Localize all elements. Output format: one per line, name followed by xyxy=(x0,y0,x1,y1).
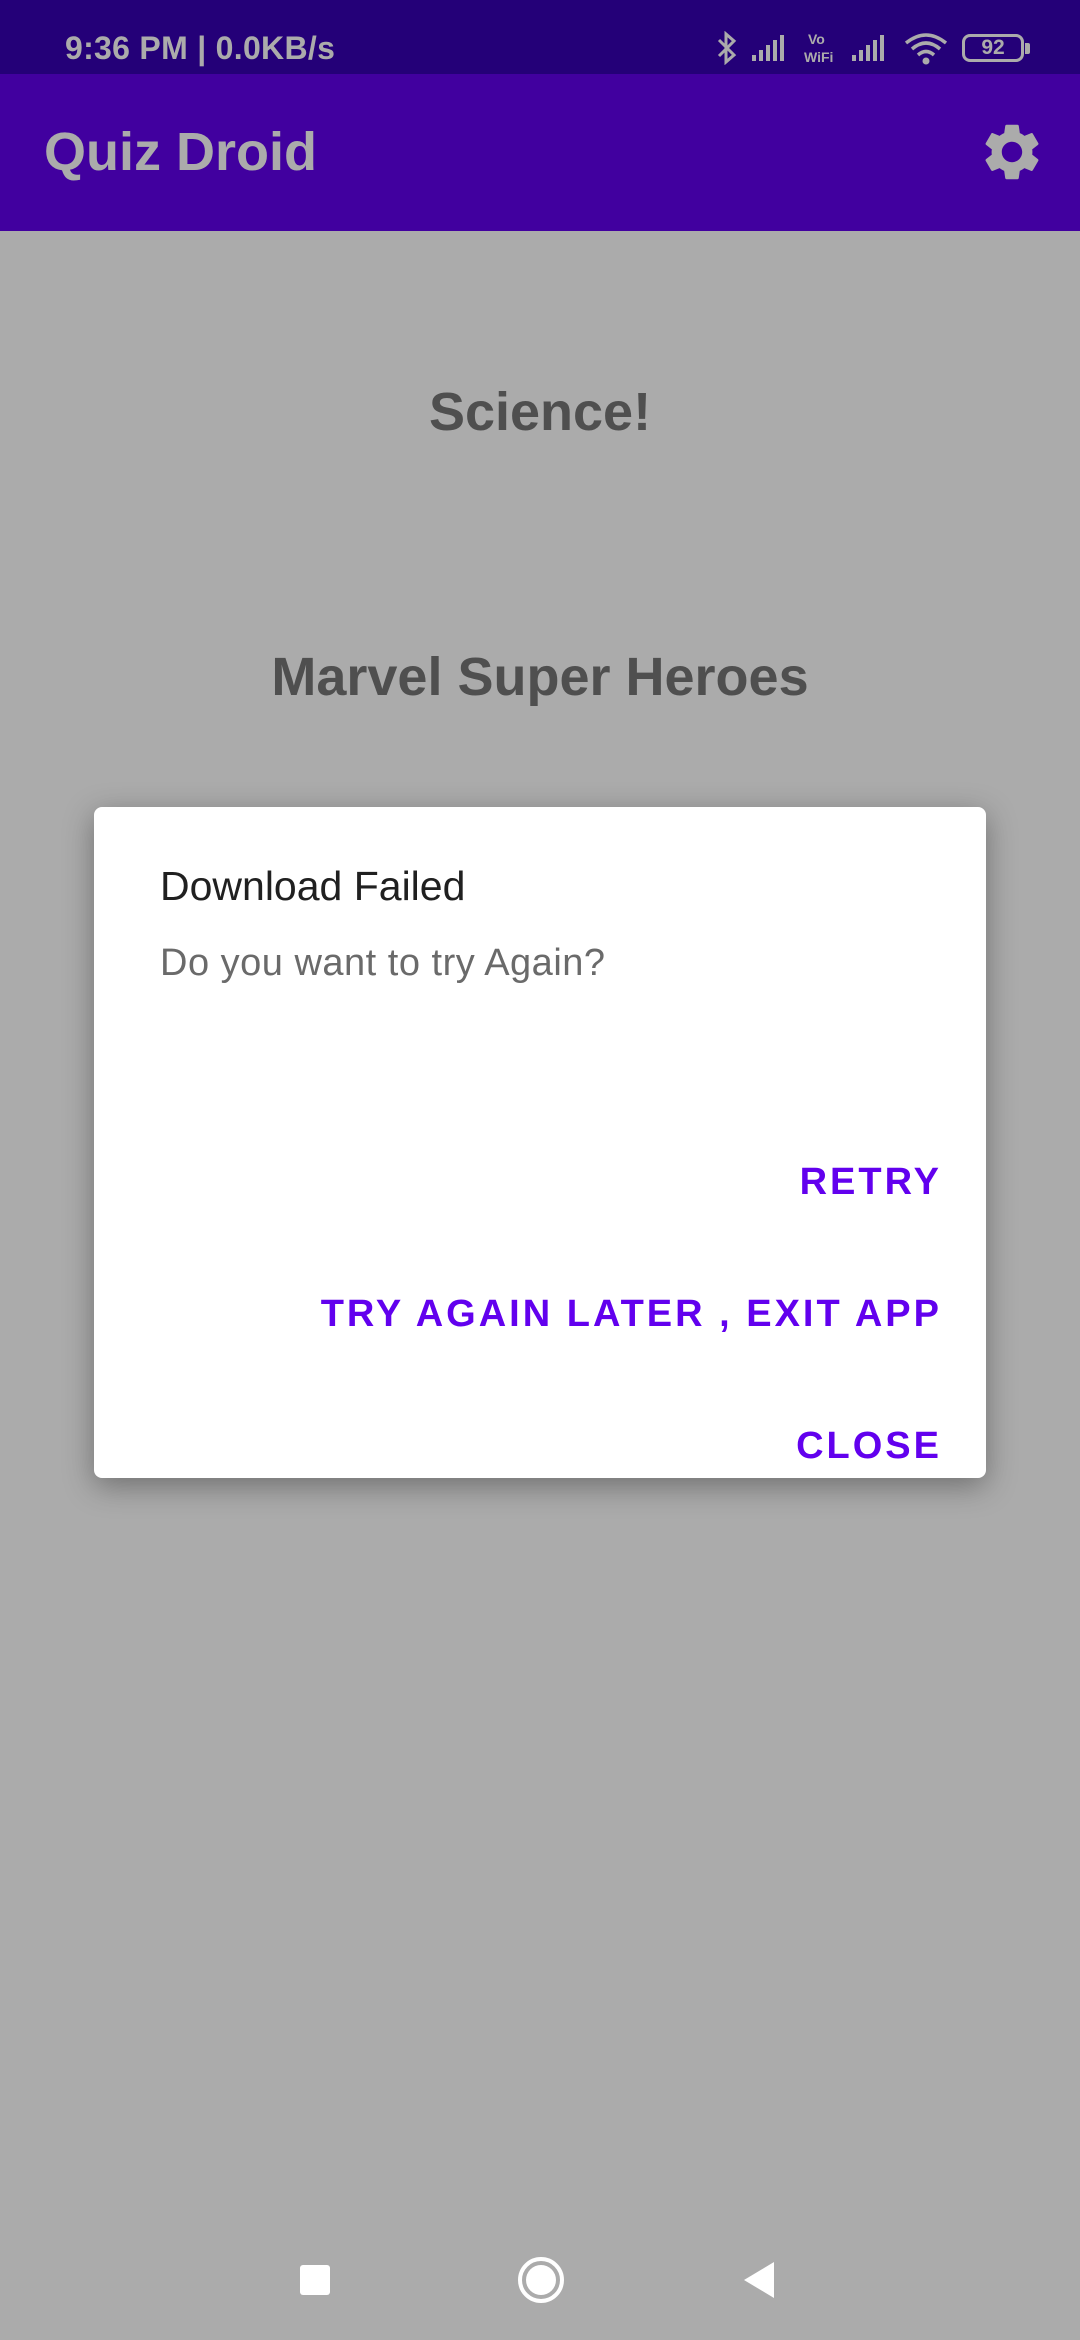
recents-icon xyxy=(300,2265,330,2295)
dialog-title: Download Failed xyxy=(160,863,466,909)
home-button[interactable] xyxy=(511,2250,571,2310)
dialog-message: Do you want to try Again? xyxy=(160,942,606,984)
close-button[interactable]: CLOSE xyxy=(796,1406,942,1486)
try-again-later-exit-button[interactable]: TRY AGAIN LATER , EXIT APP xyxy=(321,1274,942,1354)
retry-button[interactable]: RETRY xyxy=(800,1142,942,1222)
system-nav-bar xyxy=(0,2210,1080,2340)
home-icon xyxy=(518,2257,564,2303)
back-icon xyxy=(744,2262,774,2298)
download-failed-dialog: Download Failed Do you want to try Again… xyxy=(94,807,986,1478)
back-button[interactable] xyxy=(730,2250,790,2310)
recents-button[interactable] xyxy=(285,2250,345,2310)
